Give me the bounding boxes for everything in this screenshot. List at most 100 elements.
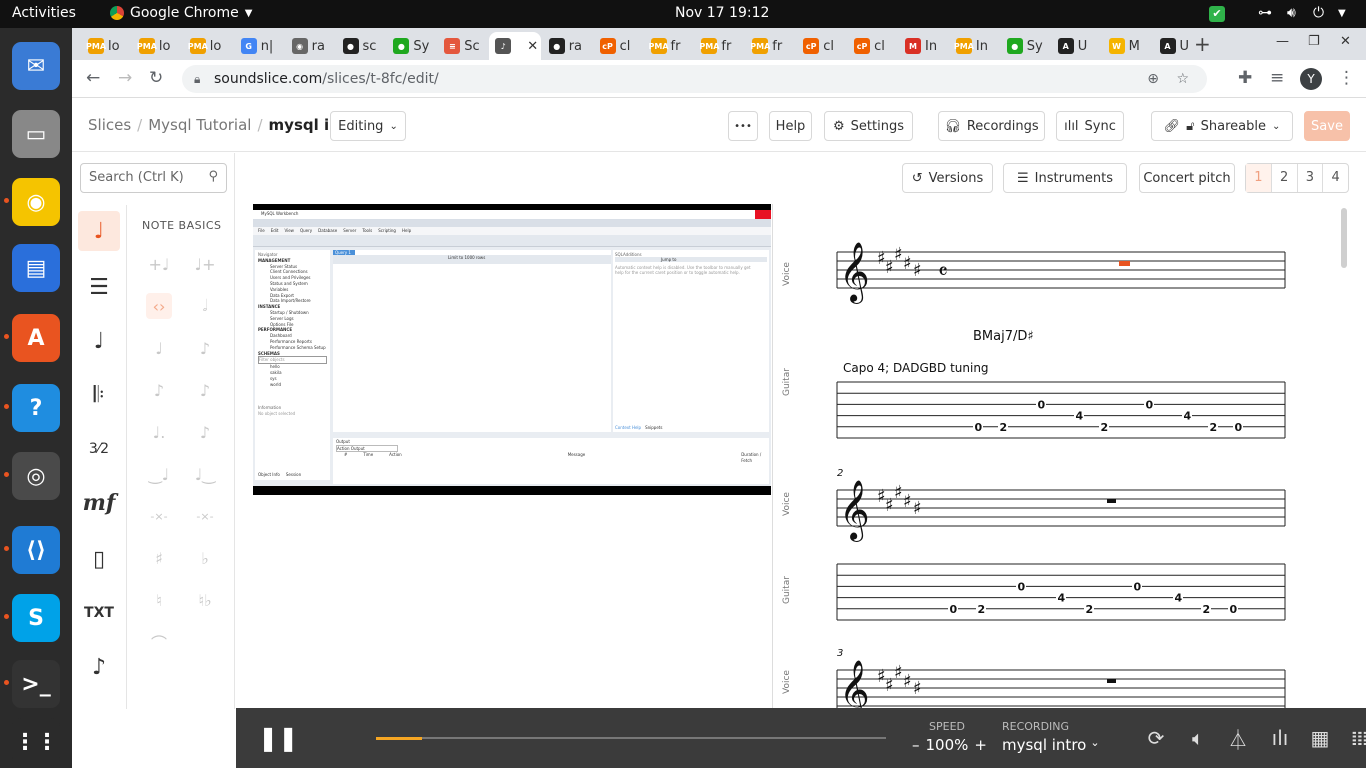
speed-plus-button[interactable]: + xyxy=(974,736,987,754)
double-flat-icon[interactable]: ♮♭ xyxy=(192,587,218,613)
browser-tab[interactable]: PMA fr xyxy=(645,32,694,60)
clock[interactable]: Nov 17 19:12 xyxy=(675,5,769,21)
waveform-icon[interactable]: ılı xyxy=(1265,724,1295,752)
sharp-icon[interactable]: ♯ xyxy=(146,545,172,571)
note-value-icon[interactable]: ♪ xyxy=(78,647,120,687)
tie-after-icon[interactable]: ♩‿ xyxy=(192,461,218,487)
app-menu[interactable]: Google Chrome ▼ xyxy=(110,5,252,21)
browser-tab[interactable]: ● ra xyxy=(543,32,592,60)
score-view[interactable]: 𝄞 ♯ ♯ ♯ ♯ ♯ 𝄴 Voice BMaj7/D♯ Capo 4; DADGBD tunin… xyxy=(772,204,1350,709)
software-icon[interactable]: A xyxy=(12,314,60,362)
score-scrollbar[interactable] xyxy=(1341,208,1347,268)
recordings-button[interactable]: 🎧︎ Recordings xyxy=(938,111,1045,141)
system-menu-arrow-icon[interactable]: ▼ xyxy=(1338,8,1346,19)
crumb-slices[interactable]: Slices xyxy=(88,116,131,134)
half-note-icon[interactable]: 𝅗𝅥 xyxy=(192,293,218,319)
staff-layout-icon[interactable]: ☰ xyxy=(78,267,120,307)
page-button-1[interactable]: 1 xyxy=(1246,164,1272,192)
note-basics-icon[interactable]: ♩ xyxy=(78,211,120,251)
browser-tab[interactable]: ● sc xyxy=(337,32,386,60)
slur-icon[interactable]: ⌒ xyxy=(146,629,172,655)
shareable-dropdown[interactable]: 🔗︎ 🔓︎ Shareable ⌄ xyxy=(1151,111,1293,141)
crumb-folder[interactable]: Mysql Tutorial xyxy=(148,116,251,134)
instruments-button[interactable]: ☰ Instruments xyxy=(1003,163,1127,193)
browser-tab[interactable]: M In xyxy=(899,32,948,60)
text-tool-icon[interactable]: TXT xyxy=(78,593,120,633)
eighth-note-icon[interactable]: ♪ xyxy=(192,335,218,361)
browser-tab[interactable]: PMA lo xyxy=(82,32,131,60)
terminal-icon[interactable]: >_ xyxy=(12,660,60,708)
thirty-second-note-icon[interactable]: ♪ xyxy=(192,377,218,403)
rhythmbox-icon[interactable]: ◉ xyxy=(12,178,60,226)
triplet-icon[interactable]: ♪ xyxy=(192,419,218,445)
save-button[interactable]: Save xyxy=(1304,111,1350,141)
media-control-icon[interactable]: ≡ xyxy=(1270,68,1284,88)
maximize-icon[interactable]: ❐ xyxy=(1308,34,1320,49)
browser-tab[interactable]: PMA fr xyxy=(695,32,744,60)
natural-icon[interactable]: ♮ xyxy=(146,587,172,613)
help-icon[interactable]: ? xyxy=(12,384,60,432)
vscode-icon[interactable]: ⟨⟩ xyxy=(12,526,60,574)
volume-icon[interactable]: 🔈︎ xyxy=(1183,724,1213,752)
tie-before-icon[interactable]: ‿♩ xyxy=(146,461,172,487)
pause-icon[interactable]: ❚❚ xyxy=(258,724,298,752)
activities-button[interactable]: Activities xyxy=(12,5,76,21)
video-player[interactable]: MySQL Workbench File Edit View Query Databas… xyxy=(253,204,771,495)
concert-pitch-button[interactable]: Concert pitch xyxy=(1139,163,1235,193)
quarter-note-icon[interactable]: ♩ xyxy=(146,335,172,361)
page-button-3[interactable]: 3 xyxy=(1298,164,1324,192)
mode-dropdown[interactable]: Editing ⌄ xyxy=(330,111,406,141)
browser-tab[interactable]: cP cl xyxy=(797,32,846,60)
close-window-icon[interactable]: ✕ xyxy=(1340,34,1351,49)
metronome-icon[interactable]: ⏃ xyxy=(1223,724,1253,752)
power-icon[interactable]: ⏻ xyxy=(1313,5,1324,21)
browser-tab[interactable]: ♪ ✕ xyxy=(489,32,542,60)
extensions-icon[interactable]: ✚ xyxy=(1238,68,1252,88)
flat-icon[interactable]: ♭ xyxy=(192,545,218,571)
address-bar[interactable]: 🔒︎ soundslice.com/slices/t-8fc/edit/ ⊕ ☆ xyxy=(182,65,1207,93)
network-icon[interactable]: ⊶ xyxy=(1258,5,1272,21)
reload-icon[interactable]: ↻ xyxy=(149,68,163,88)
dotted-note-icon[interactable]: ♩. xyxy=(146,419,172,445)
profile-avatar[interactable]: Y xyxy=(1300,68,1322,90)
browser-tab[interactable]: cP cl xyxy=(848,32,897,60)
settings-button[interactable]: ⚙ Settings xyxy=(824,111,913,141)
add-note-after-icon[interactable]: ♩+ xyxy=(192,251,218,277)
new-tab-icon[interactable]: + xyxy=(1194,32,1211,56)
grace-before-icon[interactable]: -×- xyxy=(146,503,172,529)
articulation-icon[interactable]: ♩ xyxy=(78,321,120,361)
forward-icon[interactable]: → xyxy=(118,68,132,88)
recording-dropdown[interactable]: mysql intro ⌄ xyxy=(1002,736,1100,754)
grace-after-icon[interactable]: -×- xyxy=(192,503,218,529)
browser-tab[interactable]: ◉ ra xyxy=(286,32,335,60)
chord-box-icon[interactable]: ▯ xyxy=(78,539,120,579)
browser-tab[interactable]: cP cl xyxy=(594,32,643,60)
search-input[interactable]: Search (Ctrl K) ⚲ xyxy=(80,163,227,193)
browser-tab[interactable]: WM xyxy=(1103,32,1152,60)
sync-button[interactable]: ılıl Sync xyxy=(1056,111,1124,141)
browser-tab[interactable]: ● Sy xyxy=(1001,32,1050,60)
browser-tab[interactable]: AU xyxy=(1052,32,1101,60)
versions-button[interactable]: ↺ Versions xyxy=(902,163,993,193)
chrome-icon[interactable]: ◎ xyxy=(12,452,60,500)
back-icon[interactable]: ← xyxy=(86,68,100,88)
page-button-4[interactable]: 4 xyxy=(1323,164,1348,192)
code-tool-icon[interactable]: ‹› xyxy=(146,293,172,319)
keyboard-icon[interactable]: 𝍖 xyxy=(1345,724,1366,752)
browser-tab[interactable]: PMA lo xyxy=(184,32,233,60)
browser-tab[interactable]: Gn| xyxy=(235,32,284,60)
thunderbird-icon[interactable]: ✉ xyxy=(12,42,60,90)
loop-icon[interactable]: ⟳ xyxy=(1141,724,1171,752)
fretboard-icon[interactable]: ▦ xyxy=(1305,724,1335,752)
time-signature-icon[interactable]: 3⁄2 xyxy=(78,429,120,469)
browser-tab[interactable]: PMA In xyxy=(950,32,999,60)
minimize-icon[interactable]: — xyxy=(1276,34,1289,49)
volume-icon[interactable]: 🔊︎ xyxy=(1287,5,1296,21)
progress-track[interactable] xyxy=(376,737,886,740)
chrome-menu-icon[interactable]: ⋮ xyxy=(1338,68,1355,88)
browser-tab[interactable]: ≡ Sc xyxy=(438,32,487,60)
apps-grid-icon[interactable]: ⋮⋮ xyxy=(12,718,60,766)
browser-tab[interactable]: PMA lo xyxy=(133,32,182,60)
browser-tab[interactable]: PMA fr xyxy=(746,32,795,60)
browser-tab[interactable]: ● Sy xyxy=(387,32,436,60)
